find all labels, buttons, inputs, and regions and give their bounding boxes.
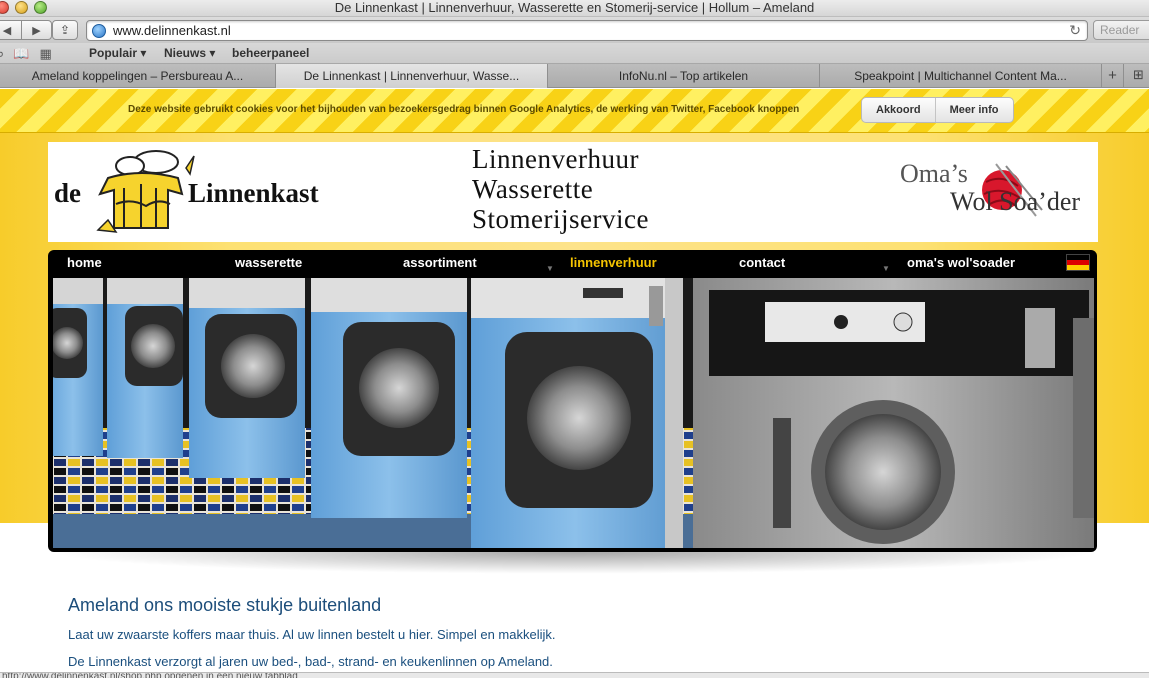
browser-toolbar: ◀ ▶ ⇪ www.delinnenkast.nl ↻ Reader <box>0 17 1149 43</box>
logo-prefix: de <box>54 178 81 208</box>
share-icon: ⇪ <box>59 23 71 37</box>
oma-wol-soader-logo[interactable]: Oma’s Wol Soa’der <box>888 142 1098 242</box>
web-page: Deze website gebruikt cookies voor het b… <box>0 89 1149 678</box>
tab-speakpoint[interactable]: Speakpoint | Multichannel Content Ma... <box>820 64 1102 88</box>
bookmark-populair[interactable]: Populair ▾ <box>89 46 146 60</box>
cookie-text: Deze website gebruikt cookies voor het b… <box>128 104 800 115</box>
bookmarks-icons: ∞ 📖 ▦ <box>0 46 52 62</box>
tab-ameland-koppelingen[interactable]: Ameland koppelingen – Persbureau A... <box>0 64 276 88</box>
hero-image-washing-machines <box>53 278 1094 548</box>
linen-cupboard-logo-icon <box>96 150 195 233</box>
site-logo[interactable]: de Linnenkast <box>48 142 348 242</box>
tab-overview-icon: ⊞ <box>1133 67 1144 82</box>
tagline-line-1: Linnenverhuur <box>472 144 639 174</box>
menu-item-home[interactable]: home <box>67 255 102 271</box>
forward-arrow-icon: ▶ <box>32 24 41 37</box>
new-tab-button[interactable]: + <box>1102 64 1124 88</box>
tagline: Linnenverhuur Wasserette Stomerijservice <box>472 144 649 234</box>
menu-item-linnenverhuur[interactable]: linnenverhuur <box>570 255 657 271</box>
tagline-line-3: Stomerijservice <box>472 204 649 234</box>
menu-item-wasserette[interactable]: wasserette <box>235 255 302 271</box>
content-paragraph-1: Laat uw zwaarste koffers maar thuis. Al … <box>68 627 556 642</box>
reload-icon[interactable]: ↻ <box>1069 22 1081 39</box>
cookie-buttons: Akkoord Meer info <box>861 97 1014 123</box>
tagline-line-2: Wasserette <box>472 174 594 204</box>
window-title: De Linnenkast | Linnenverhuur, Wasserett… <box>334 0 815 15</box>
share-button[interactable]: ⇪ <box>52 20 78 40</box>
logo-name: Linnenkast <box>188 178 319 208</box>
contact-dropdown-icon[interactable]: ▼ <box>882 264 890 273</box>
slider-shadow <box>48 552 1098 574</box>
tab-bar: Ameland koppelingen – Persbureau A... De… <box>0 64 1149 88</box>
assortiment-dropdown-icon[interactable]: ▼ <box>546 264 554 273</box>
bookmark-nieuws[interactable]: Nieuws ▾ <box>164 46 215 60</box>
glasses-icon[interactable]: ∞ <box>0 46 3 62</box>
cookie-accept-button[interactable]: Akkoord <box>862 98 936 122</box>
menu-item-omas-wolsoader[interactable]: oma's wol'soader <box>907 255 1015 271</box>
grid-icon[interactable]: ▦ <box>39 46 51 62</box>
menu-item-contact[interactable]: contact <box>739 255 785 271</box>
globe-icon <box>92 24 106 38</box>
url-text: www.delinnenkast.nl <box>113 23 231 38</box>
content-paragraph-2: De Linnenkast verzorgt al jaren uw bed-,… <box>68 654 553 669</box>
oma-line-2: Wol Soa’der <box>950 187 1081 216</box>
tab-de-linnenkast[interactable]: De Linnenkast | Linnenverhuur, Wasse... <box>276 64 548 88</box>
forward-button[interactable]: ▶ <box>22 20 52 40</box>
back-arrow-icon: ◀ <box>2 24 12 37</box>
tab-infonu[interactable]: InfoNu.nl – Top artikelen <box>548 64 820 88</box>
cookie-more-info-button[interactable]: Meer info <box>936 98 1013 122</box>
oma-line-1: Oma’s <box>900 159 968 188</box>
window-titlebar: De Linnenkast | Linnenverhuur, Wasserett… <box>0 0 1149 17</box>
address-bar[interactable]: www.delinnenkast.nl ↻ <box>86 20 1088 41</box>
bookmarks-bar: ∞ 📖 ▦ Populair ▾ Nieuws ▾ beheerpaneel <box>0 43 1149 64</box>
menu-items: home wasserette assortiment ▼ linnenverh… <box>48 250 1097 277</box>
cookie-banner: Deze website gebruikt cookies voor het b… <box>0 89 1149 133</box>
status-bar: http://www.delinnenkast.nl/shop.php opge… <box>0 672 1149 678</box>
bookmark-beheerpaneel[interactable]: beheerpaneel <box>232 46 309 60</box>
german-flag-icon[interactable] <box>1066 254 1090 271</box>
page-heading: Ameland ons mooiste stukje buitenland <box>68 595 382 615</box>
nav-buttons: ◀ ▶ <box>0 20 52 40</box>
reader-button[interactable]: Reader <box>1093 20 1149 40</box>
plus-icon: + <box>1108 67 1117 84</box>
washing-machines-photo <box>53 278 1094 548</box>
book-icon[interactable]: 📖 <box>13 46 29 62</box>
menu-item-assortiment[interactable]: assortiment <box>403 255 477 271</box>
tab-overview-button[interactable]: ⊞ <box>1128 64 1149 88</box>
site-header: de Linnenkast Linnenverhuur Wasserette S… <box>48 142 1098 242</box>
back-button[interactable]: ◀ <box>0 20 22 40</box>
